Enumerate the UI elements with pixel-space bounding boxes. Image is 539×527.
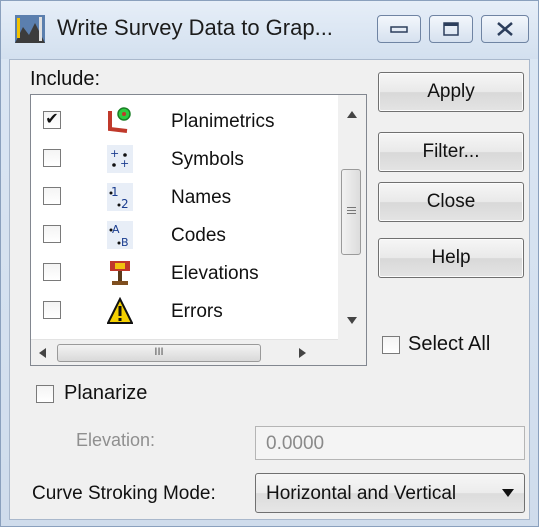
names-icon: 1 2 — [107, 183, 133, 211]
minimize-icon — [390, 26, 408, 33]
elevation-field: 0.0000 — [255, 426, 525, 460]
horizontal-scroll-thumb[interactable]: III — [57, 344, 261, 362]
svg-text:B: B — [121, 236, 129, 249]
scroll-right-icon[interactable] — [299, 348, 306, 358]
svg-text:1: 1 — [111, 185, 119, 199]
curve-stroking-value: Horizontal and Vertical — [266, 483, 457, 504]
list-item-errors[interactable]: Errors — [31, 293, 331, 331]
scroll-grip-text: III — [154, 346, 164, 358]
filter-button[interactable]: Filter... — [378, 132, 524, 172]
apply-button[interactable]: Apply — [378, 72, 524, 112]
select-all-checkbox[interactable] — [382, 336, 400, 354]
list-item-label: Names — [171, 187, 232, 208]
list-item-label: Elevations — [171, 263, 259, 284]
vertical-scroll-thumb[interactable] — [341, 169, 361, 255]
svg-text:A: A — [112, 223, 120, 236]
survey-app-icon — [15, 15, 45, 43]
planarize-checkbox[interactable] — [36, 385, 54, 403]
planimetrics-icon — [108, 107, 131, 133]
maximize-button[interactable] — [429, 15, 473, 43]
symbols-checkbox[interactable] — [43, 149, 61, 167]
include-listbox[interactable]: ✔ Planimetrics + + Symbols 1 2 Names A B… — [30, 94, 367, 366]
list-horizontal-scrollbar[interactable]: III — [31, 339, 338, 365]
list-item-label: Errors — [171, 301, 223, 322]
svg-text:+: + — [110, 147, 119, 160]
grip-icon — [347, 207, 356, 214]
errors-icon — [107, 297, 133, 324]
dialog-client-area: Include: ✔ Planimetrics + + Symbols 1 2 … — [9, 59, 530, 520]
select-all-label[interactable]: Select All — [408, 333, 490, 356]
svg-text:+: + — [120, 157, 129, 170]
elevation-label: Elevation: — [76, 430, 156, 450]
title-bar[interactable]: Write Survey Data to Grap... — [1, 1, 538, 59]
chevron-down-icon — [502, 489, 514, 497]
svg-text:2: 2 — [121, 197, 129, 211]
curve-stroking-label: Curve Stroking Mode: — [32, 483, 216, 504]
scroll-left-icon[interactable] — [39, 348, 46, 358]
elevations-checkbox[interactable] — [43, 263, 61, 281]
list-item-label: Symbols — [171, 149, 244, 170]
dialog-window: Write Survey Data to Grap... Include: ✔ — [0, 0, 539, 527]
names-checkbox[interactable] — [43, 187, 61, 205]
list-item-label: Planimetrics — [171, 111, 275, 132]
planimetrics-checkbox[interactable]: ✔ — [43, 111, 61, 129]
codes-checkbox[interactable] — [43, 225, 61, 243]
list-item-names[interactable]: 1 2 Names — [31, 179, 331, 217]
list-vertical-scrollbar[interactable] — [338, 95, 366, 341]
scroll-down-icon[interactable] — [347, 317, 357, 324]
list-item-label: Codes — [171, 225, 226, 246]
list-item-symbols[interactable]: + + Symbols — [31, 141, 331, 179]
close-button[interactable]: Close — [378, 182, 524, 222]
codes-icon: A B — [107, 221, 133, 249]
curve-stroking-select[interactable]: Horizontal and Vertical — [255, 473, 525, 513]
help-button[interactable]: Help — [378, 238, 524, 278]
list-item-codes[interactable]: A B Codes — [31, 217, 331, 255]
list-item-planimetrics[interactable]: ✔ Planimetrics — [31, 103, 331, 141]
maximize-icon — [443, 22, 459, 36]
errors-checkbox[interactable] — [43, 301, 61, 319]
elevations-icon — [110, 261, 130, 285]
include-label: Include: — [30, 68, 101, 90]
close-window-button[interactable] — [481, 15, 529, 43]
symbols-icon: + + — [107, 145, 133, 173]
close-icon — [497, 22, 513, 36]
minimize-button[interactable] — [377, 15, 421, 43]
list-item-elevations[interactable]: Elevations — [31, 255, 331, 293]
window-title: Write Survey Data to Grap... — [57, 15, 333, 40]
scrollbar-corner — [338, 339, 366, 365]
planarize-label[interactable]: Planarize — [64, 382, 147, 405]
scroll-up-icon[interactable] — [347, 111, 357, 118]
